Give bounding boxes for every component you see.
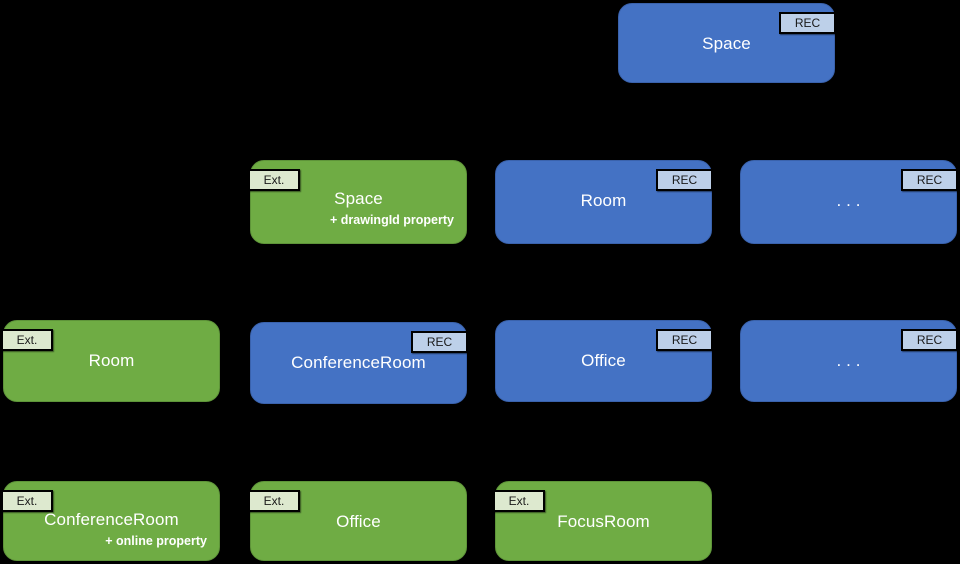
node-title: . . .: [836, 351, 861, 370]
rec-badge: REC: [779, 12, 836, 34]
ext-badge: Ext.: [1, 490, 53, 512]
node-conferenceroom-rec[interactable]: REC ConferenceRoom: [250, 322, 468, 404]
node-title: Room: [88, 351, 135, 370]
node-more-rec-row3[interactable]: REC . . .: [740, 320, 958, 402]
connector-conferenceroom-rec-to-conferenceroom-ext: [110, 404, 360, 481]
rec-badge: REC: [656, 169, 713, 191]
connector-space-rec-to-room-rec: [602, 83, 728, 160]
connector-room-rec-to-more-rec-row3: [602, 244, 850, 320]
node-title: Room: [580, 191, 627, 210]
node-title: . . .: [836, 191, 861, 210]
node-title: Office: [581, 351, 626, 370]
node-title: ConferenceRoom: [44, 510, 179, 529]
node-title: Space: [702, 34, 751, 53]
node-property-label: + online property: [105, 534, 207, 548]
ext-badge: Ext.: [248, 169, 300, 191]
node-focusroom-ext[interactable]: Ext. FocusRoom: [493, 481, 712, 561]
rec-badge: REC: [656, 329, 713, 351]
connector-room-rec-to-conferenceroom-rec: [357, 244, 605, 322]
ext-badge: Ext.: [493, 490, 545, 512]
connector-layer: [110, 83, 850, 481]
node-room-ext[interactable]: Ext. Room: [1, 320, 220, 402]
node-title: FocusRoom: [557, 512, 650, 531]
node-office-ext[interactable]: Ext. Office: [248, 481, 467, 561]
connector-space-rec-to-more-rec-row2: [725, 83, 850, 160]
ext-badge: Ext.: [1, 329, 53, 351]
rec-badge: REC: [901, 169, 958, 191]
node-more-rec-row2[interactable]: REC . . .: [740, 160, 958, 244]
rec-badge: REC: [411, 331, 468, 353]
diagram-canvas: REC Space Ext. Space + drawingId property REC…: [0, 0, 960, 564]
node-property-label: + drawingId property: [330, 213, 454, 227]
node-title: ConferenceRoom: [291, 353, 426, 372]
node-room-rec[interactable]: REC Room: [495, 160, 713, 244]
connector-office-rec-to-office-ext: [357, 402, 605, 481]
node-space-ext[interactable]: Ext. Space + drawingId property: [248, 160, 467, 244]
node-title: Space: [334, 189, 383, 208]
connector-room-rec-to-room-ext: [110, 244, 605, 320]
node-space-rec[interactable]: REC Space: [618, 3, 836, 83]
rec-badge: REC: [901, 329, 958, 351]
ext-badge: Ext.: [248, 490, 300, 512]
connector-space-rec-to-space-ext: [357, 83, 728, 160]
node-office-rec[interactable]: REC Office: [495, 320, 713, 402]
node-title: Office: [336, 512, 381, 531]
node-conferenceroom-ext[interactable]: Ext. ConferenceRoom + online property: [1, 481, 220, 561]
